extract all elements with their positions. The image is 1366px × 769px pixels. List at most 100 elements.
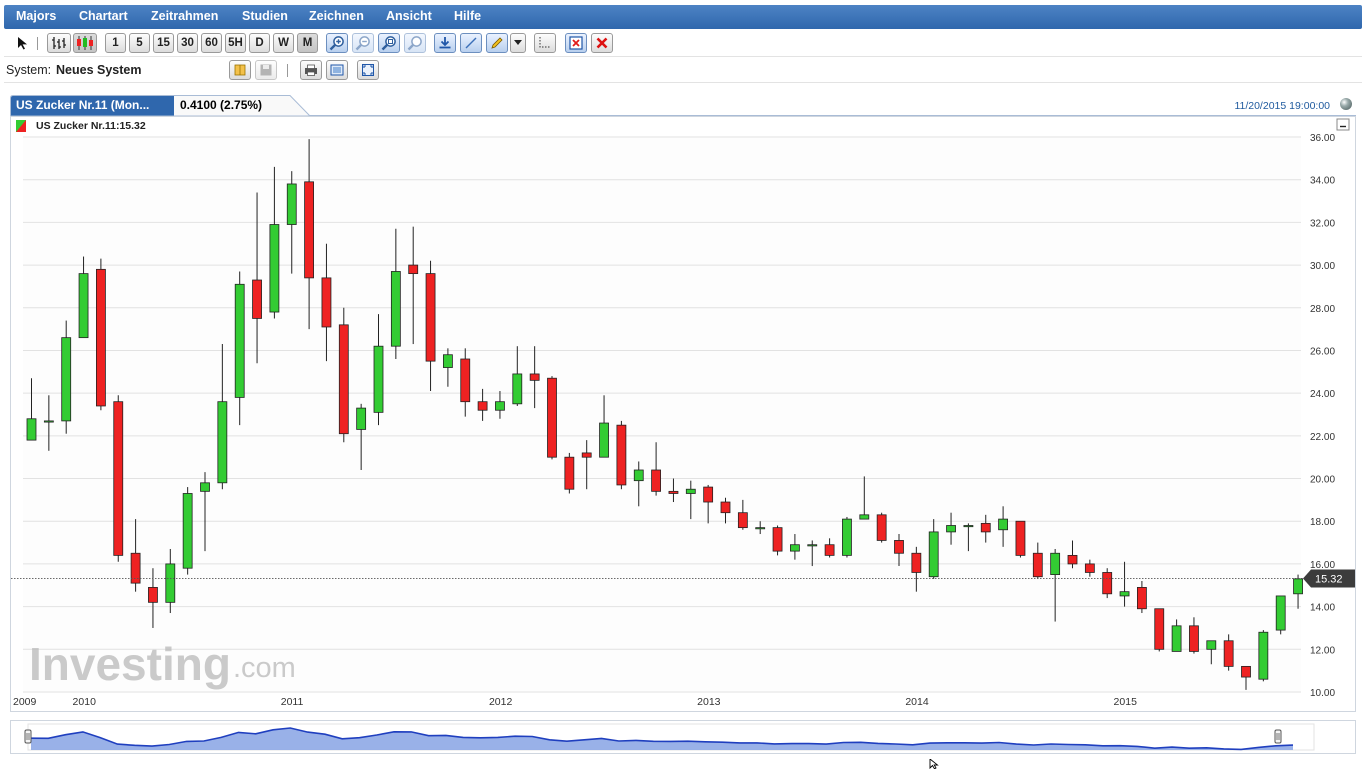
menu-zeitrahmen[interactable]: Zeitrahmen — [151, 9, 218, 23]
period-button-30[interactable]: 30 — [177, 33, 198, 53]
candle-body — [1171, 625, 1182, 652]
candle-body — [928, 531, 939, 578]
candle-body — [980, 522, 991, 533]
period-button-5h[interactable]: 5H — [225, 33, 246, 53]
y-tick-label: 34.00 — [1310, 176, 1335, 187]
candle-body — [703, 486, 714, 503]
candle-body — [165, 563, 176, 603]
candle-body — [894, 540, 904, 554]
chart-legend: US Zucker Nr.11:15.32 — [16, 120, 146, 132]
menu-chartart[interactable]: Chartart — [79, 9, 128, 23]
pointer-icon[interactable] — [14, 33, 32, 53]
dropdown-icon[interactable] — [510, 33, 526, 53]
x-tick-label: 2011 — [281, 696, 304, 708]
tab-price-change: 0.4100 (2.75%) — [180, 98, 263, 112]
x-tick-label: 2009 — [13, 696, 37, 708]
candle-body — [668, 490, 679, 494]
download-icon[interactable] — [434, 33, 456, 53]
candle-body — [1206, 640, 1217, 650]
candle-body — [26, 418, 37, 441]
candle-body — [998, 518, 1008, 531]
y-tick-label: 14.00 — [1310, 603, 1335, 614]
watermark-investing: Investing — [29, 638, 231, 690]
close-icon[interactable] — [591, 33, 613, 53]
globe-icon[interactable] — [1340, 98, 1352, 110]
candle — [1275, 595, 1286, 635]
candle-body — [442, 354, 453, 368]
price-chart[interactable]: Investing .com 10.00 12.00 14.00 16.00 18.00… — [11, 117, 1355, 711]
last-price-tag: 15.32 — [1303, 569, 1355, 588]
candle — [113, 395, 124, 562]
menu-studien[interactable]: Studien — [242, 9, 288, 23]
candle-body — [1293, 578, 1303, 595]
zoom-out-icon[interactable] — [352, 33, 374, 53]
period-button-d[interactable]: D — [249, 33, 270, 53]
candle — [1154, 608, 1165, 652]
navigator-left-handle[interactable] — [24, 729, 32, 744]
candle-body — [737, 512, 748, 529]
menu-zeichnen[interactable]: Zeichnen — [309, 9, 364, 23]
delete-drawings-icon[interactable] — [565, 33, 587, 53]
zoom-fit-icon[interactable] — [378, 33, 400, 53]
print-icon[interactable] — [300, 60, 322, 80]
period-button-m[interactable]: M — [297, 33, 318, 53]
y-tick-label: 20.00 — [1310, 475, 1335, 486]
period-button-15[interactable]: 15 — [153, 33, 174, 53]
crosshair-icon[interactable] — [534, 33, 556, 53]
y-tick-label: 12.00 — [1310, 645, 1335, 656]
last-price-label: 15.32 — [1315, 573, 1343, 585]
zoom-reset-icon[interactable] — [404, 33, 426, 53]
grid — [23, 136, 1301, 693]
candle-body — [1015, 520, 1026, 556]
candle-body — [824, 544, 835, 556]
candle-body — [200, 482, 210, 492]
candle-body — [1050, 552, 1061, 575]
y-tick-label: 22.00 — [1310, 432, 1335, 443]
period-button-1[interactable]: 1 — [105, 33, 126, 53]
menu-hilfe[interactable]: Hilfe — [454, 9, 481, 23]
last-update-datetime: 11/20/2015 19:00:00 — [1234, 100, 1330, 112]
candle-body — [373, 345, 384, 413]
y-tick-label: 16.00 — [1310, 560, 1335, 571]
candlestick-icon[interactable] — [73, 33, 97, 53]
open-system-icon[interactable] — [229, 60, 251, 80]
chart-tab[interactable]: US Zucker Nr.11 (Mon... 0.4100 (2.75%) — [10, 95, 310, 116]
menu-ansicht[interactable]: Ansicht — [386, 9, 432, 23]
menu-bar: Majors Chartart Zeitrahmen Studien Zeich… — [4, 5, 1362, 29]
y-tick-label: 32.00 — [1310, 218, 1335, 229]
fullscreen-icon[interactable] — [357, 60, 379, 80]
candle-body — [1067, 554, 1078, 565]
system-value[interactable]: Neues System — [56, 63, 141, 77]
navigator — [10, 720, 1356, 754]
candle-body — [807, 544, 818, 547]
candle-body — [182, 493, 193, 569]
candle-body — [859, 514, 870, 520]
line-tool-icon[interactable] — [460, 33, 482, 53]
period-button-60[interactable]: 60 — [201, 33, 222, 53]
candle — [876, 512, 887, 543]
navigator-chart[interactable] — [11, 721, 1355, 753]
period-button-w[interactable]: W — [273, 33, 294, 53]
menu-majors[interactable]: Majors — [16, 9, 56, 23]
y-tick-label: 18.00 — [1310, 517, 1335, 528]
x-tick-label: 2010 — [73, 696, 97, 708]
candle-body — [148, 587, 158, 603]
period-button-5[interactable]: 5 — [129, 33, 150, 53]
candle-body — [408, 264, 419, 275]
system-label: System: — [6, 63, 52, 77]
candle-body — [304, 181, 315, 279]
save-icon[interactable] — [255, 60, 277, 80]
zoom-in-icon[interactable] — [326, 33, 348, 53]
chart-tab-row: US Zucker Nr.11 (Mon... 0.4100 (2.75%) 1… — [10, 95, 1356, 116]
minimize-panel-button[interactable] — [1336, 118, 1350, 131]
candle-body — [338, 324, 349, 435]
navigator-right-handle[interactable] — [1274, 729, 1282, 744]
candle — [182, 487, 193, 575]
candle-body — [547, 377, 557, 458]
image-export-icon[interactable] — [326, 60, 348, 80]
pencil-icon[interactable] — [486, 33, 508, 53]
bar-chart-icon[interactable] — [47, 33, 71, 53]
candle-body — [1241, 665, 1251, 678]
candle-body — [1154, 608, 1165, 650]
candle-body — [651, 469, 661, 492]
